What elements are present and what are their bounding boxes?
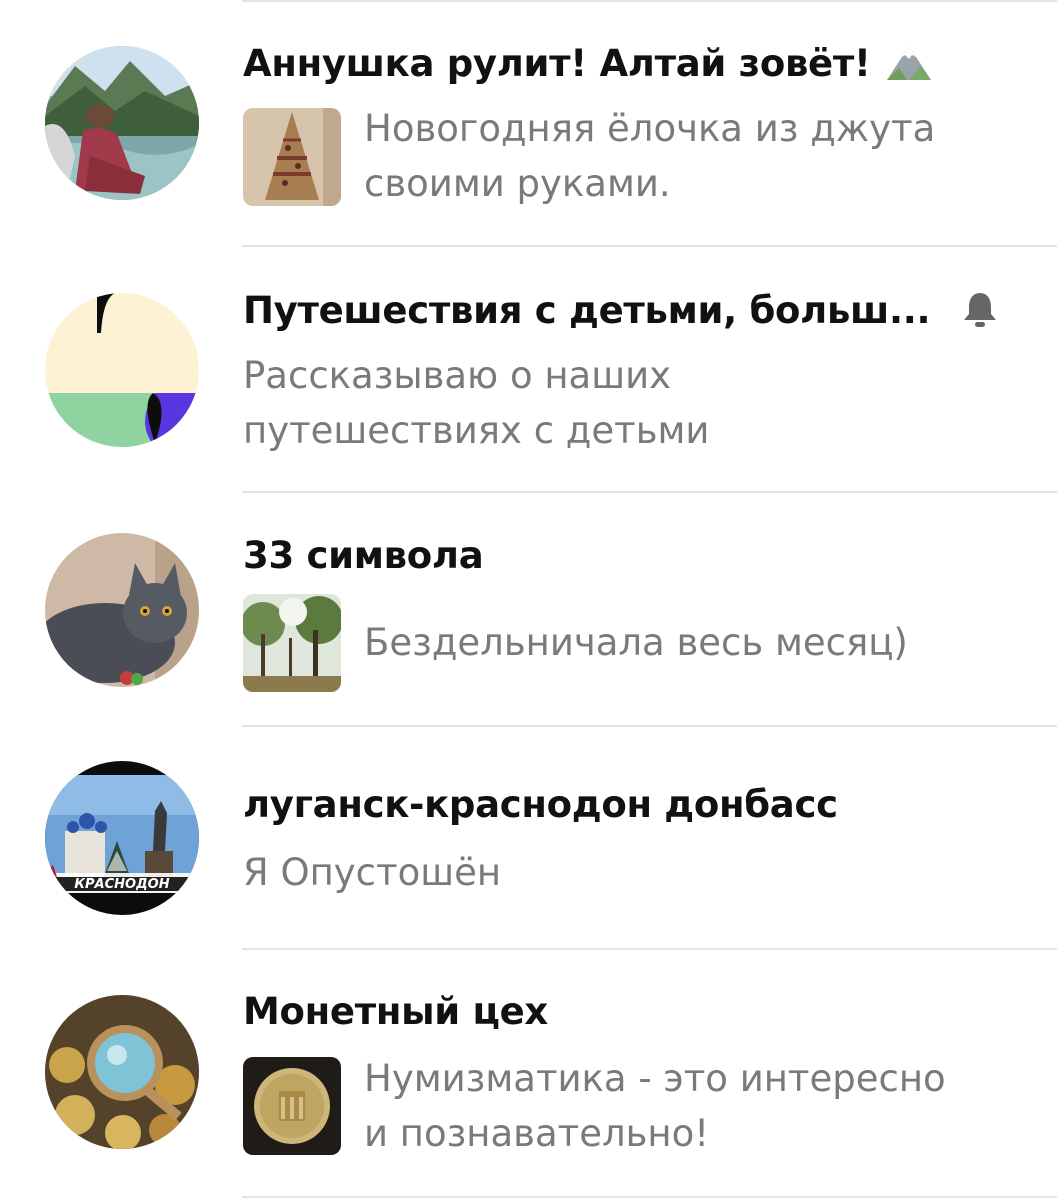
channel-title: Монетный цех [243, 990, 548, 1033]
description-line: Новогодняя ёлочка из джута [364, 107, 936, 150]
channel-avatar[interactable] [45, 995, 199, 1149]
forest-photo-icon [243, 594, 341, 692]
post-thumbnail[interactable] [243, 1057, 341, 1155]
post-thumbnail[interactable] [243, 108, 341, 206]
description-line: Рассказываю о наших [243, 354, 672, 397]
description-line: Нумизматика - это интересно [364, 1057, 946, 1100]
channel-title: Аннушка рулит! Алтай зовёт! [243, 42, 933, 86]
channel-item[interactable]: Путешествия с детьми, больш... Рассказыв… [0, 247, 1057, 492]
coin-photo-icon [243, 1057, 341, 1155]
description-line: Бездельничала весь месяц) [364, 621, 908, 664]
channel-description: Новогодняя ёлочка из джута своими руками… [364, 101, 935, 211]
channel-item[interactable]: Монетный цех Нумизматика - это интересно… [0, 950, 1057, 1198]
channel-item[interactable]: 33 символа Бездельничала весь месяц) [0, 493, 1057, 726]
mountain-emoji-icon [887, 46, 932, 80]
divider [242, 1196, 1057, 1198]
description-line: Я Опустошён [243, 851, 502, 894]
channel-description: Я Опустошён [243, 845, 501, 900]
description-line: путешествиях с детьми [243, 409, 710, 452]
channel-avatar[interactable] [45, 46, 199, 200]
channel-description: Бездельничала весь месяц) [364, 615, 908, 670]
channel-avatar[interactable] [45, 533, 199, 687]
channel-title: Путешествия с детьми, больш... [243, 289, 931, 332]
channel-description: Нумизматика - это интересно и познавател… [364, 1051, 946, 1161]
description-line: и познавательно! [364, 1112, 710, 1155]
post-thumbnail[interactable] [243, 594, 341, 692]
bell-icon[interactable] [960, 290, 1000, 330]
abstract-logo-avatar-icon [45, 293, 199, 447]
christmas-tree-photo-icon [243, 108, 341, 206]
channel-description: Рассказываю о наших путешествиях с детьм… [243, 348, 709, 458]
channel-item[interactable]: Аннушка рулит! Алтай зовёт! Новогодняя ё… [0, 0, 1057, 246]
channel-title: луганск-краснодон донбасс [243, 783, 838, 826]
channel-avatar[interactable] [45, 293, 199, 447]
avatar-city-label: КРАСНОДОН [74, 877, 169, 892]
landscape-photo-icon [45, 46, 199, 200]
cat-photo-icon [45, 533, 199, 687]
channel-list: Аннушка рулит! Алтай зовёт! Новогодняя ё… [0, 0, 1057, 1200]
channel-title-text: Аннушка рулит! Алтай зовёт! [243, 42, 871, 85]
city-monument-photo-icon: КРАСНОДОН [45, 761, 199, 915]
channel-title: 33 символа [243, 534, 484, 577]
channel-item[interactable]: КРАСНОДОН луганск-краснодон донбасс Я Оп… [0, 727, 1057, 949]
channel-avatar[interactable]: КРАСНОДОН [45, 761, 199, 915]
description-line: своими руками. [364, 162, 671, 205]
coins-photo-icon [45, 995, 199, 1149]
